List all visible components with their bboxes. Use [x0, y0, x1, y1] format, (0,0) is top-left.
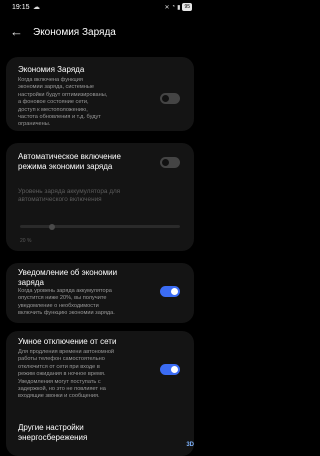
desc-line: а фоновое состояние сети, [18, 99, 89, 106]
toggle-knob [162, 159, 169, 166]
card-notification: Уведомление об экономии заряда Когда уро… [6, 263, 194, 323]
card-battery-saver: Экономия Заряда Когда включена функция э… [6, 57, 194, 131]
toggle-knob [171, 288, 178, 295]
wifi-icon: ◔ [171, 4, 176, 10]
notification-description: Когда уровень заряда аккумулятора опусти… [18, 288, 115, 318]
status-time: 19:15 [12, 4, 30, 11]
battery-icon: 95 [182, 3, 192, 11]
desc-line: частота обновления и т.д. будут [18, 114, 101, 121]
title-line: Автоматическое включение [18, 152, 121, 161]
sub-line: Уровень заряда аккумулятора для [18, 188, 121, 195]
auto-enable-title: Автоматическое включение режима экономии… [18, 152, 121, 172]
desc-line: уведомление о необходимости [18, 302, 99, 309]
sub-line: автоматического включения [18, 196, 102, 204]
page-header: ← Экономия Заряда [0, 22, 200, 46]
no-sim-icon: ✕ [164, 4, 170, 11]
battery-saver-toggle[interactable] [160, 93, 180, 104]
watermark-logo: 3D [186, 442, 194, 448]
desc-line: включить функцию экономии заряда. [18, 310, 115, 317]
smart-disconnect-title: Умное отключение от сети [18, 337, 117, 346]
battery-saver-title: Экономия Заряда [18, 65, 85, 74]
title-line: Уведомление об экономии [18, 268, 118, 277]
other-settings-item[interactable]: Другие настройки энергосбережения [18, 423, 87, 443]
card-auto-enable: Автоматическое включение режима экономии… [6, 143, 194, 251]
auto-enable-sublabel: Уровень заряда аккумулятора для автомати… [18, 188, 120, 205]
slider-value: 20 % [20, 238, 32, 244]
desc-line: входящие звонки и сообщения. [18, 393, 100, 400]
battery-level: 95 [184, 4, 190, 10]
desc-line: доступ к местоположению, [18, 106, 88, 113]
desc-line: режим ожидания в ночное время. [18, 371, 106, 378]
toggle-knob [171, 366, 178, 373]
toggle-knob [162, 95, 169, 102]
title-line: Другие настройки [18, 423, 84, 432]
signal-icon: ▮ [177, 4, 181, 11]
desc-line: ограничены. [18, 121, 51, 128]
desc-line: настройки будут оптимизированы, [18, 91, 108, 98]
desc-line: работы телефон самостоятельно [18, 356, 105, 363]
smart-disconnect-toggle[interactable] [160, 364, 180, 375]
smart-disconnect-description: Для продления времени автономной работы … [18, 349, 114, 401]
status-icons: ✕ ◔ ▮ 95 [164, 3, 192, 11]
desc-line: Для продления времени автономной [18, 349, 115, 355]
desc-line: Когда включена функция [18, 77, 83, 83]
cloud-icon: ☁ [33, 4, 40, 11]
auto-enable-toggle[interactable] [160, 157, 180, 168]
status-bar: 19:15 ☁ ✕ ◔ ▮ 95 [0, 0, 200, 16]
desc-line: экономии заряда, системные [18, 84, 94, 91]
title-line: энергосбережения [18, 433, 88, 442]
page-title: Экономия Заряда [33, 27, 116, 38]
slider-thumb[interactable] [49, 223, 55, 230]
notification-title: Уведомление об экономии заряда [18, 268, 117, 288]
notification-toggle[interactable] [160, 286, 180, 297]
desc-line: отключится от сети при входе в [18, 363, 100, 370]
title-line: заряда [18, 278, 44, 287]
back-arrow-icon[interactable]: ← [10, 24, 23, 40]
desc-line: Уведомления могут поступать с [18, 378, 101, 385]
battery-saver-description: Когда включена функция экономии заряда, … [18, 77, 107, 129]
desc-line: задержкой, но это не повлияет на [18, 386, 106, 393]
desc-line: опустится ниже 20%, вы получите [18, 295, 107, 302]
card-smart-disconnect: Умное отключение от сети Для продления в… [6, 331, 194, 456]
desc-line: Когда уровень заряда аккумулятора [18, 288, 112, 294]
auto-enable-slider[interactable] [20, 225, 180, 228]
title-line: режима экономии заряда [18, 162, 113, 171]
